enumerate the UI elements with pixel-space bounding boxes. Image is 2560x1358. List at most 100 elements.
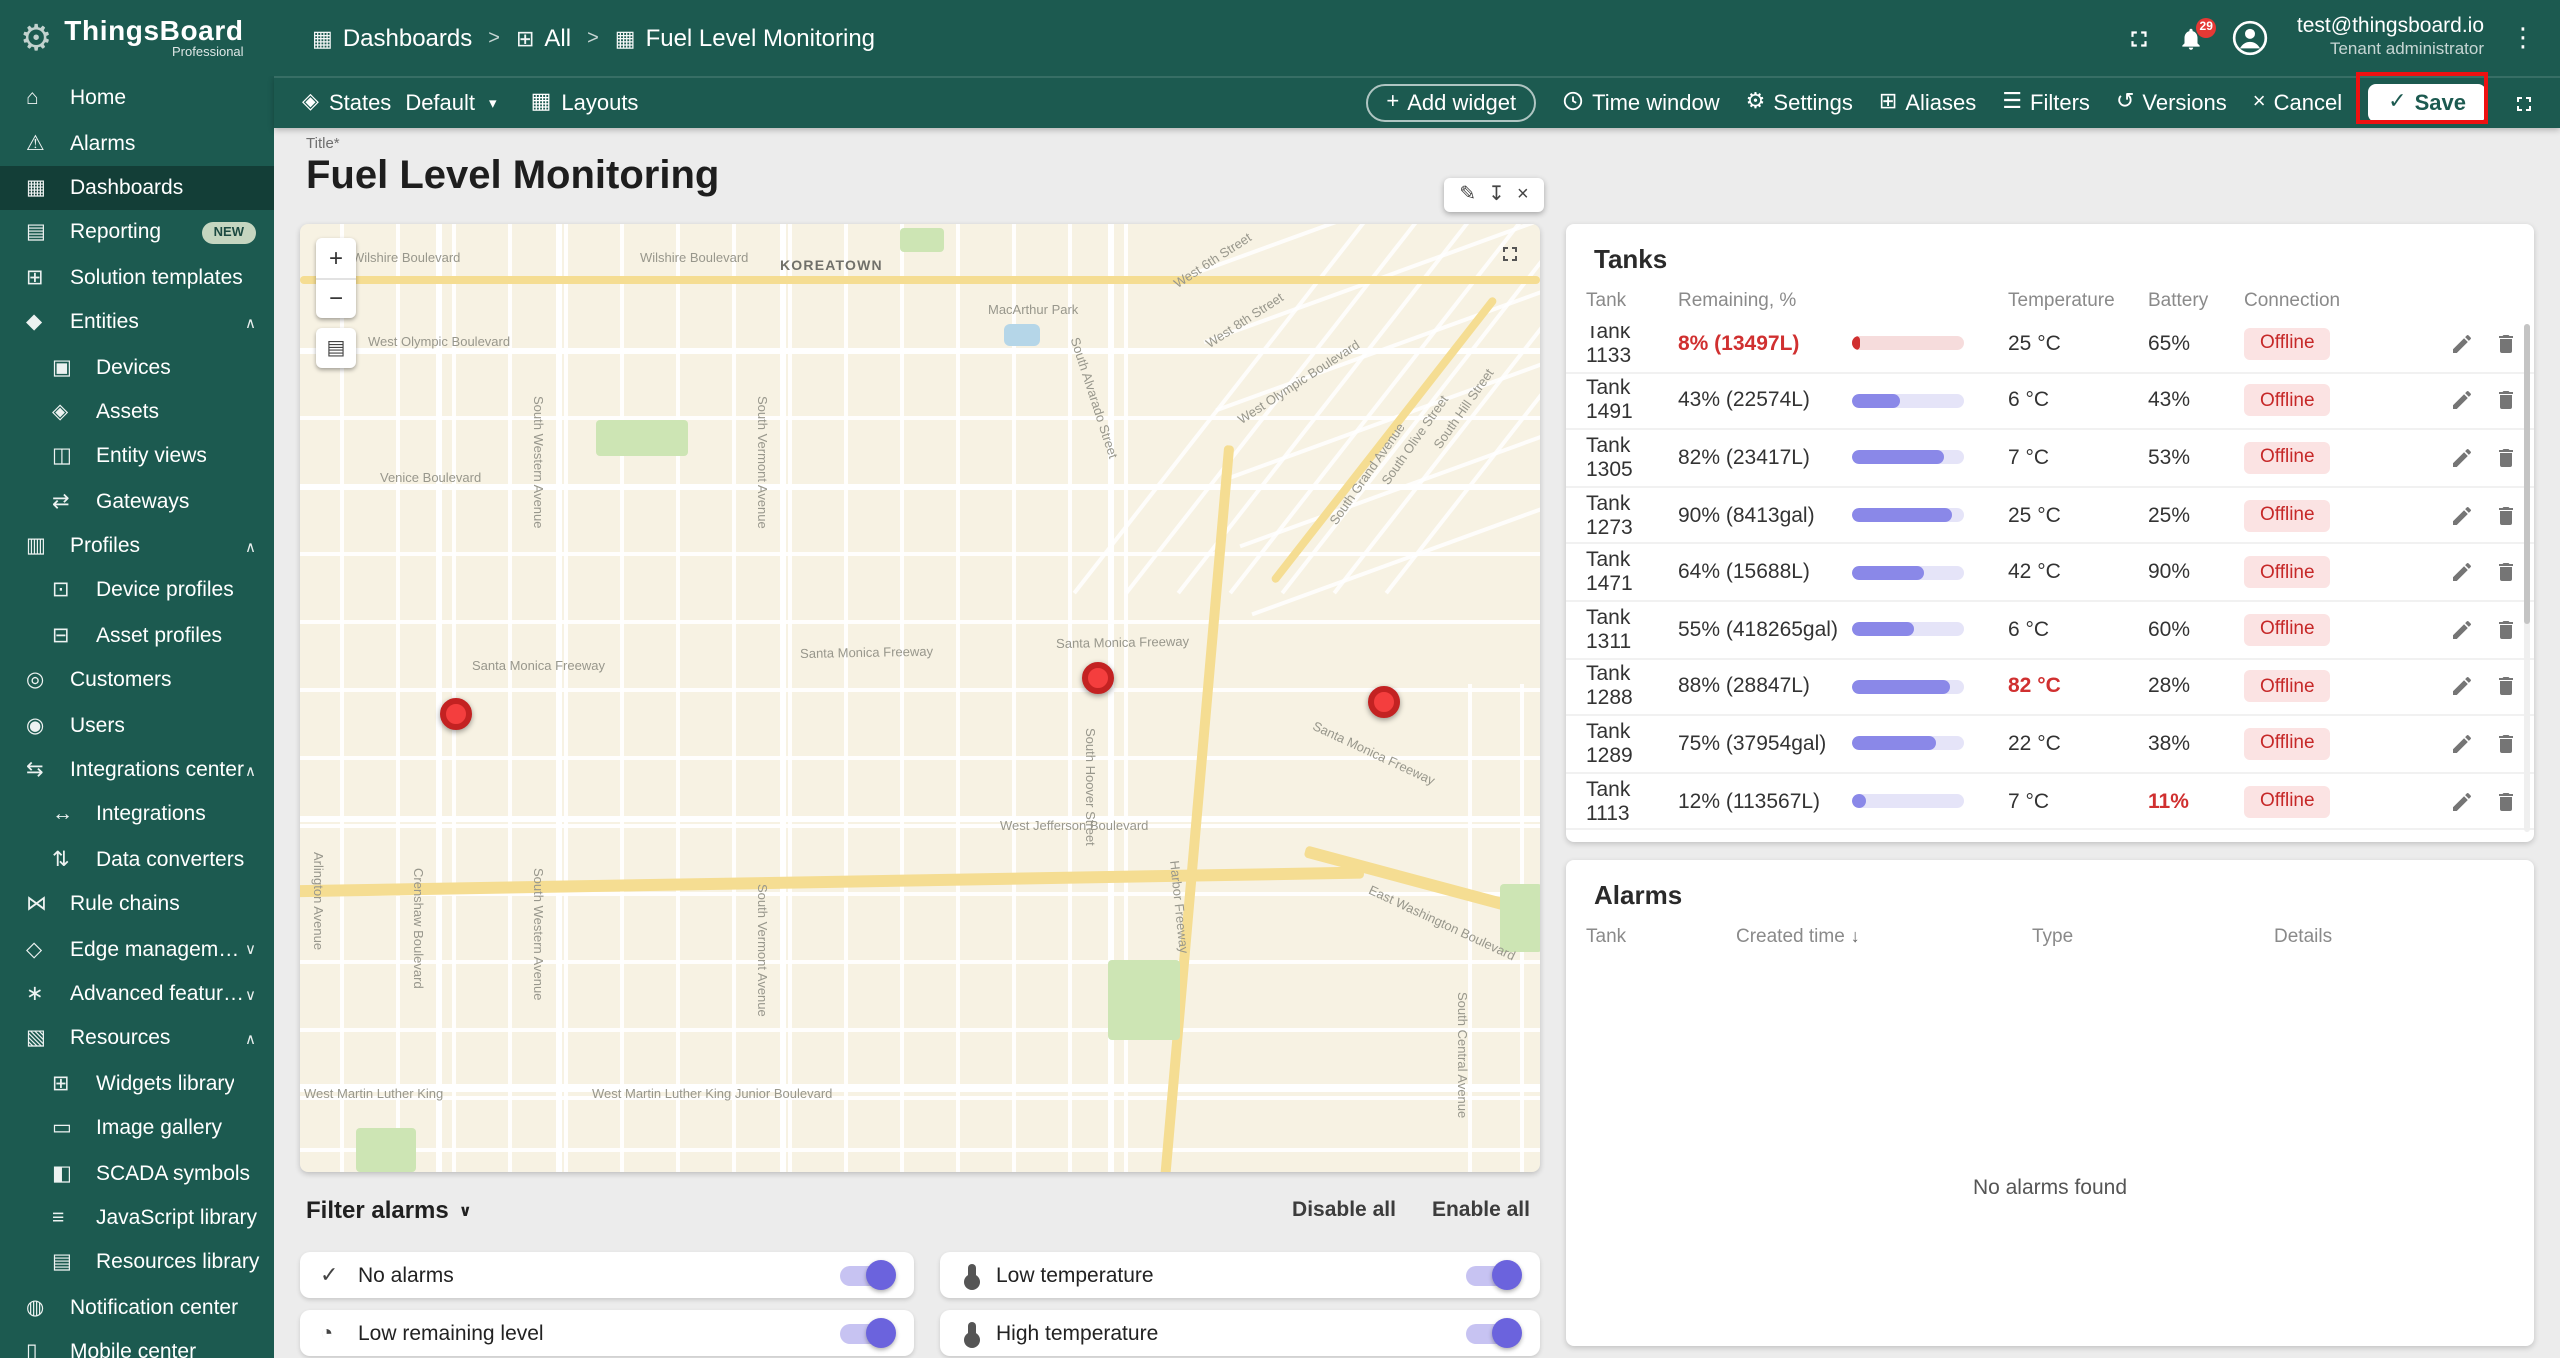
sidebar-item-data-converters[interactable]: ⇅ Data converters [0, 837, 274, 882]
sidebar-item-resources-library[interactable]: ▤ Resources library [0, 1240, 274, 1285]
alarm-filter-no-alarms[interactable]: ✓ No alarms [300, 1252, 914, 1298]
toggle-switch[interactable] [840, 1260, 896, 1290]
delete-tank-button[interactable] [2494, 332, 2518, 356]
breadcrumb-item-all[interactable]: ⊞ All [516, 24, 571, 52]
sidebar-item-entity-views[interactable]: ◫ Entity views [0, 434, 274, 479]
sidebar-item-device-profiles[interactable]: ⊡ Device profiles [0, 569, 274, 614]
edit-tank-button[interactable] [2450, 618, 2474, 642]
versions-button[interactable]: ↺ Versions [2116, 91, 2227, 115]
edit-tank-button[interactable] [2450, 732, 2474, 756]
edit-tank-button[interactable] [2450, 503, 2474, 527]
export-widget-icon[interactable]: ↧ [1488, 184, 1505, 205]
add-widget-button[interactable]: + Add widget [1366, 84, 1537, 122]
state-select[interactable]: Default ▾ [405, 91, 496, 115]
sidebar-item-mobile-center[interactable]: ▯ Mobile center [0, 1330, 274, 1358]
sidebar-item-alarms[interactable]: ⚠ Alarms [0, 121, 274, 166]
edit-widget-icon[interactable]: ✎ [1459, 184, 1476, 205]
sidebar-item-edge-management[interactable]: ◇ Edge management ∨ [0, 927, 274, 972]
sidebar-item-gateways[interactable]: ⇄ Gateways [0, 479, 274, 524]
sidebar-item-rule-chains[interactable]: ⋈ Rule chains [0, 882, 274, 927]
filters-button[interactable]: ☰ Filters [2002, 91, 2090, 115]
settings-button[interactable]: ⚙ Settings [1746, 91, 1853, 115]
tank-temperature: 6 °C [2008, 617, 2050, 642]
sidebar-item-integrations[interactable]: ↔ Integrations [0, 793, 274, 838]
account-info[interactable]: test@thingsboard.io Tenant administrator [2297, 15, 2484, 60]
tanks-scrollbar[interactable] [2524, 324, 2530, 832]
sidebar-item-solution-templates[interactable]: ⊞ Solution templates [0, 255, 274, 300]
sidebar-item-reporting[interactable]: ▤ Reporting NEW [0, 210, 274, 255]
tank-marker[interactable] [1368, 686, 1400, 718]
cancel-button[interactable]: × Cancel [2253, 91, 2342, 115]
sidebar-item-integrations-center[interactable]: ⇆ Integrations center ∧ [0, 748, 274, 793]
edit-tank-button[interactable] [2450, 675, 2474, 699]
sort-descending-icon[interactable]: ↓ [1851, 925, 1860, 945]
sidebar-item-advanced-features[interactable]: ∗ Advanced features ∨ [0, 972, 274, 1017]
sidebar-item-entities[interactable]: ◆ Entities ∧ [0, 300, 274, 345]
dashboard-title-input[interactable]: Fuel Level Monitoring [306, 154, 719, 200]
sidebar-item-javascript-library[interactable]: ≡ JavaScript library [0, 1196, 274, 1241]
map-canvas[interactable]: Wilshire Boulevard Wilshire Boulevard KORE… [300, 224, 1540, 1172]
edit-tank-button[interactable] [2450, 446, 2474, 470]
edit-tank-button[interactable] [2450, 332, 2474, 356]
delete-tank-button[interactable] [2494, 503, 2518, 527]
map-park [900, 228, 944, 252]
sidebar-item-users[interactable]: ◉ Users [0, 703, 274, 748]
alarm-filter-low-temperature[interactable]: Low temperature [940, 1252, 1540, 1298]
sidebar-item-widgets-library[interactable]: ⊞ Widgets library [0, 1061, 274, 1106]
notifications-bell-icon[interactable]: 29 [2179, 17, 2217, 51]
tank-marker[interactable] [440, 698, 472, 730]
delete-tank-button[interactable] [2494, 560, 2518, 584]
enable-all-button[interactable]: Enable all [1432, 1198, 1530, 1222]
toolbar-fullscreen-icon[interactable] [2512, 91, 2536, 115]
sidebar-item-asset-profiles[interactable]: ⊟ Asset profiles [0, 613, 274, 658]
states-button[interactable]: ◈ States [302, 91, 391, 115]
sidebar-item-devices[interactable]: ▣ Devices [0, 345, 274, 390]
kebab-menu-icon[interactable]: ⋮ [2510, 22, 2536, 54]
toggle-switch[interactable] [1466, 1260, 1522, 1290]
delete-tank-button[interactable] [2494, 618, 2518, 642]
edit-tank-button[interactable] [2450, 560, 2474, 584]
sidebar-item-scada-symbols[interactable]: ◧ SCADA symbols [0, 1151, 274, 1196]
delete-tank-button[interactable] [2494, 389, 2518, 413]
zoom-in-button[interactable]: + [316, 238, 356, 279]
sidebar-item-customers[interactable]: ◎ Customers [0, 658, 274, 703]
sidebar-item-dashboards[interactable]: ▦ Dashboards [0, 165, 274, 211]
avatar[interactable] [2231, 18, 2271, 58]
delete-tank-button[interactable] [2494, 789, 2518, 813]
zoom-out-button[interactable]: − [316, 279, 356, 318]
filter-alarms-toggle[interactable]: Filter alarms ∨ [306, 1196, 472, 1224]
sidebar-item-assets[interactable]: ◈ Assets [0, 389, 274, 434]
sidebar-item-profiles[interactable]: ▥ Profiles ∧ [0, 524, 274, 569]
breadcrumb-item-dashboards[interactable]: ▦ Dashboards [312, 24, 472, 52]
thingsboard-logo[interactable]: ⚙ ThingsBoard Professional [20, 15, 280, 60]
sidebar-item-resources[interactable]: ▧ Resources ∧ [0, 1016, 274, 1061]
row-actions [2406, 618, 2518, 642]
chevron-down-icon: ∨ [245, 985, 256, 1003]
toggle-switch[interactable] [1466, 1318, 1522, 1348]
delete-tank-button[interactable] [2494, 675, 2518, 699]
layouts-button[interactable]: ▦ Layouts [531, 91, 639, 115]
map-layers-button[interactable]: ▤ [316, 328, 356, 368]
disable-all-button[interactable]: Disable all [1292, 1198, 1396, 1222]
map-street-label: Wilshire Boulevard [640, 252, 749, 266]
notifications-count-badge: 29 [2195, 17, 2217, 37]
breadcrumb-item-fuel-level-monitoring[interactable]: ▦ Fuel Level Monitoring [615, 24, 875, 52]
map-fullscreen-icon[interactable] [1498, 240, 1522, 276]
toggle-switch[interactable] [840, 1318, 896, 1348]
tank-marker[interactable] [1082, 662, 1114, 694]
sidebar-item-image-gallery[interactable]: ▭ Image gallery [0, 1106, 274, 1151]
scrollbar-thumb[interactable] [2524, 324, 2530, 624]
fullscreen-icon[interactable] [2127, 25, 2153, 51]
alarm-filter-low-remaining-level[interactable]: ◔ Low remaining level [300, 1310, 914, 1356]
delete-tank-button[interactable] [2494, 732, 2518, 756]
save-button[interactable]: ✓ Save [2368, 84, 2486, 122]
delete-tank-button[interactable] [2494, 446, 2518, 470]
sidebar-item-notification-center[interactable]: ◍ Notification center [0, 1285, 274, 1330]
aliases-button[interactable]: ⊞ Aliases [1879, 91, 1976, 115]
edit-tank-button[interactable] [2450, 389, 2474, 413]
alarm-filter-high-temperature[interactable]: High temperature [940, 1310, 1540, 1356]
remove-widget-icon[interactable]: × [1517, 184, 1529, 205]
sidebar-item-home[interactable]: ⌂ Home [0, 76, 274, 121]
time-window-button[interactable]: Time window [1562, 89, 1720, 117]
edit-tank-button[interactable] [2450, 789, 2474, 813]
